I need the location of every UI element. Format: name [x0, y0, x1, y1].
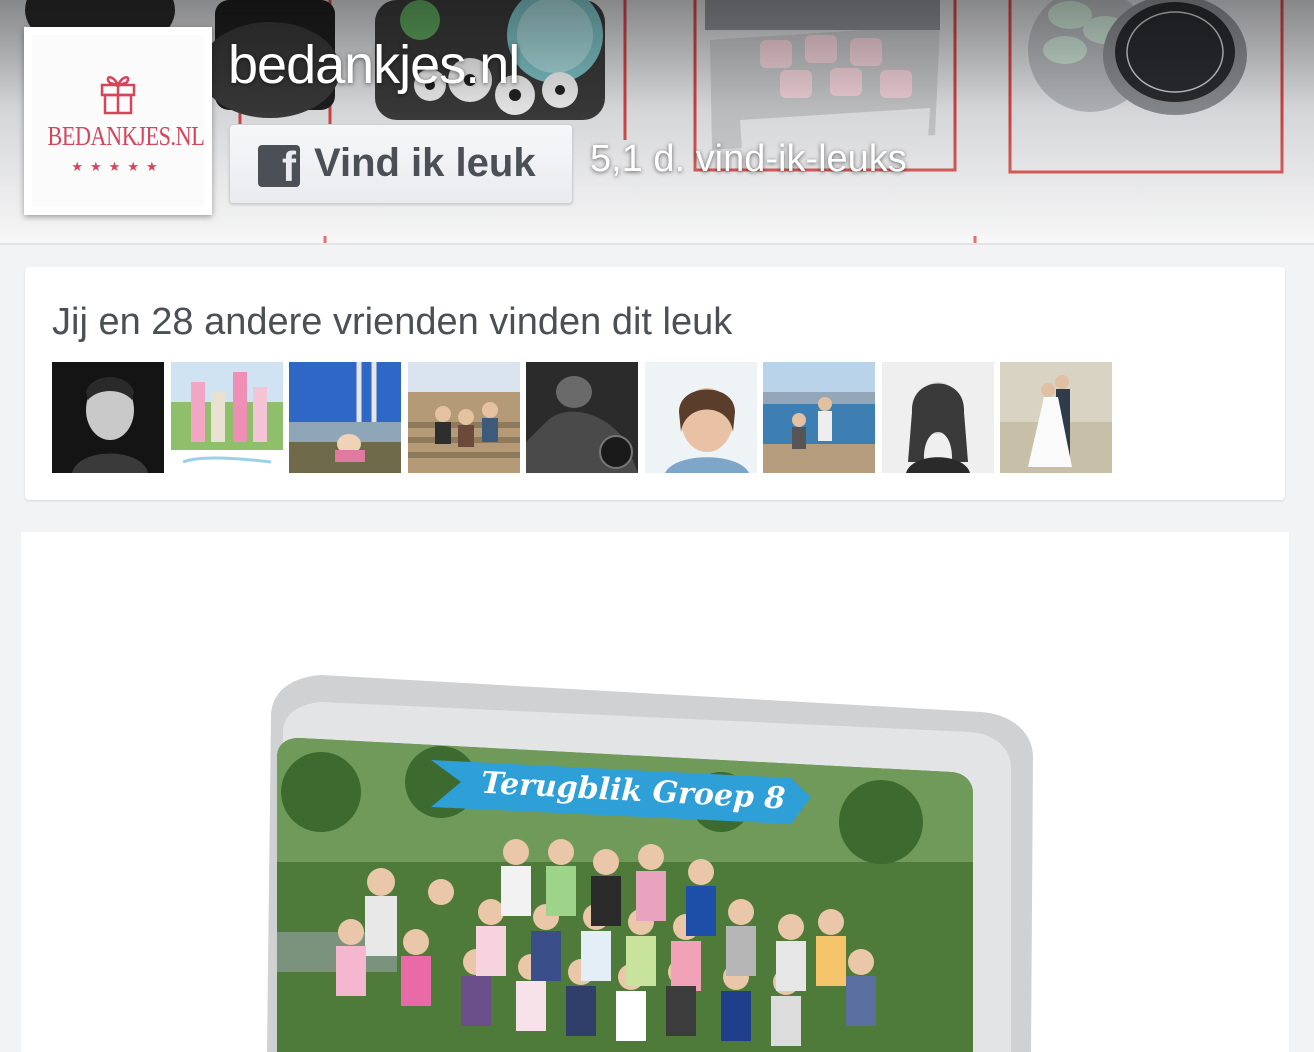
- like-count: 5,1 d. vind-ik-leuks: [590, 138, 907, 180]
- friends-like-summary[interactable]: Jij en 28 andere vrienden vinden dit leu…: [52, 301, 732, 344]
- logo-stars: ★★★★★: [71, 159, 165, 174]
- friend-avatar[interactable]: [645, 362, 757, 473]
- facebook-icon: f: [258, 145, 300, 187]
- friend-avatar[interactable]: [408, 362, 520, 473]
- friend-avatar[interactable]: [289, 362, 401, 473]
- post-card: Terugblik Groep 8: [21, 532, 1289, 1052]
- friend-avatar[interactable]: [882, 362, 994, 473]
- friend-avatar[interactable]: [1000, 362, 1112, 473]
- friends-like-card: Jij en 28 andere vrienden vinden dit leu…: [25, 267, 1285, 500]
- like-button-label: Vind ik leuk: [314, 141, 536, 185]
- page-logo[interactable]: BEDANKJES.NL ★★★★★: [24, 27, 212, 215]
- gift-icon: [100, 76, 136, 115]
- like-page-button[interactable]: f Vind ik leuk: [229, 124, 573, 204]
- page-title[interactable]: bedankjes.nl: [228, 34, 520, 96]
- cover-photo[interactable]: BEDANKJES.NL ★★★★★ bedankjes.nl f Vind i…: [0, 0, 1314, 245]
- logo-text: BEDANKJES.NL: [47, 121, 205, 151]
- post-photo[interactable]: Terugblik Groep 8: [21, 532, 1289, 1052]
- friend-avatar[interactable]: [763, 362, 875, 473]
- friend-avatar[interactable]: [52, 362, 164, 473]
- friend-avatar[interactable]: [526, 362, 638, 473]
- friend-avatar[interactable]: [171, 362, 283, 473]
